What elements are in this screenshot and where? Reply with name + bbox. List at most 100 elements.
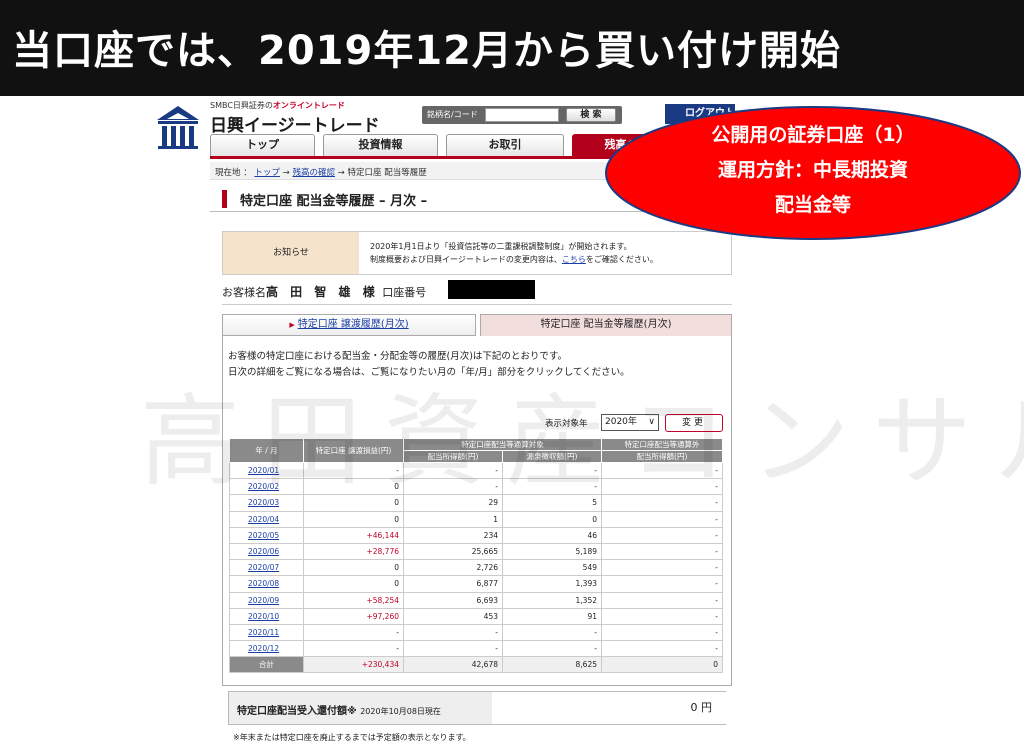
col-dividend-income-out: 配当所得額(円)	[601, 450, 723, 463]
tab-transfer-history[interactable]: ▶ 特定口座 譲渡履歴(月次)	[222, 314, 476, 336]
banner: 当口座では、2019年12月から買い付け開始	[0, 0, 1024, 96]
table-row: 2020/12- - - -	[229, 640, 723, 658]
withholding-cell: 5,189	[502, 542, 602, 561]
search-label: 銘柄名/コード	[427, 110, 478, 119]
notice-details-link[interactable]: こちら	[562, 255, 586, 264]
refund-value: 0 円	[492, 692, 726, 724]
tab-transfer-history-label[interactable]: 特定口座 譲渡履歴(月次)	[298, 319, 409, 330]
year-month-link[interactable]: 2020/02	[248, 482, 279, 491]
year-month-link[interactable]: 2020/07	[248, 563, 279, 572]
year-month-cell: 2020/04	[229, 510, 304, 528]
dividend-out-cell: -	[601, 559, 723, 577]
dividend-out-cell: -	[601, 591, 723, 609]
breadcrumb-arrow: →	[282, 168, 290, 178]
divider	[222, 304, 732, 305]
nav-tab-trading[interactable]: お取引	[446, 134, 564, 156]
withholding-cell: 1,393	[502, 575, 602, 593]
breadcrumb-top-link[interactable]: トップ	[254, 168, 280, 178]
year-month-link[interactable]: 2020/08	[248, 579, 279, 588]
notice-text: 2020年1月1日より「投資信託等の二重課税調整制度」が開始されます。 制度概要…	[370, 240, 658, 266]
table-row: 2020/07 0 2,726 549-	[229, 559, 723, 577]
chevron-down-icon: ∨	[648, 417, 655, 427]
banner-title: 当口座では、2019年12月から買い付け開始	[12, 28, 841, 74]
dividend-out-cell: -	[601, 607, 723, 625]
transfer-gain-cell: -	[303, 623, 404, 642]
year-month-link[interactable]: 2020/06	[248, 547, 279, 556]
breadcrumb-arrow: →	[337, 168, 345, 178]
nav-tab-market-info[interactable]: 投資情報	[323, 134, 438, 156]
notice-line2-post: をご確認ください。	[585, 255, 658, 264]
year-month-link[interactable]: 2020/09	[248, 596, 279, 605]
breadcrumb-balance-link[interactable]: 残高の確認	[292, 168, 335, 178]
transfer-gain-cell: 0	[303, 494, 404, 512]
year-month-cell: 2020/03	[229, 494, 304, 512]
dividend-out-cell: -	[601, 623, 723, 642]
search-input[interactable]	[485, 108, 559, 122]
year-month-cell: 2020/02	[229, 478, 304, 496]
footnote: ※年末または特定口座を廃止するまでは予定額の表示となります。	[233, 733, 471, 742]
table-row: 2020/11- - - -	[229, 623, 723, 642]
refund-label: 特定口座配当受入還付額※ 2020年10月08日現在	[237, 702, 441, 717]
transfer-gain-cell: 0	[303, 559, 404, 577]
history-tabs: ▶ 特定口座 譲渡履歴(月次) 特定口座 配当金等履歴(月次)	[222, 314, 732, 336]
refund-label-text: 特定口座配当受入還付額※	[237, 706, 357, 717]
table-row: 2020/03 0 29 5-	[229, 494, 723, 512]
dividend-income-cell: 29	[403, 494, 503, 512]
year-month-cell: 2020/10	[229, 607, 304, 625]
search-area: 銘柄名/コード 検 索	[422, 106, 622, 124]
year-month-cell: 2020/12	[229, 640, 304, 658]
breadcrumb-current: 特定口座 配当等履歴	[347, 168, 427, 178]
year-month-cell: 2020/01	[229, 461, 304, 480]
withholding-cell: -	[502, 461, 602, 480]
year-month-cell: 2020/09	[229, 591, 304, 609]
dividend-income-cell: 6,877	[403, 575, 503, 593]
year-month-link[interactable]: 2020/03	[248, 498, 279, 507]
logo-name[interactable]: 日興イージートレード	[210, 111, 380, 136]
transfer-gain-cell: +58,254	[303, 591, 404, 609]
customer-prefix: お客様名	[222, 286, 266, 299]
table-row: 2020/10 +97,260 453 91-	[229, 607, 723, 625]
withholding-cell: 549	[502, 559, 602, 577]
year-month-link[interactable]: 2020/04	[248, 515, 279, 524]
description-line1: お客様の特定口座における配当金・分配金等の履歴(月次)は下記のとおりです。	[228, 351, 567, 362]
year-month-link[interactable]: 2020/01	[248, 466, 279, 475]
heading-accent-bar	[222, 190, 227, 208]
table-row: 2020/06 +28,776 25,665 5,189-	[229, 542, 723, 561]
year-month-link[interactable]: 2020/12	[248, 644, 279, 653]
year-month-cell: 2020/11	[229, 623, 304, 642]
total-label: 合計	[229, 656, 304, 674]
year-month-link[interactable]: 2020/05	[248, 531, 279, 540]
callout-text: 公開用の証券口座（1） 運用方針：中長期投資 配当金等	[603, 118, 1023, 223]
col-withholding: 源泉徴収額(円)	[502, 450, 602, 463]
dividend-out-cell: -	[601, 478, 723, 496]
dividend-out-cell: -	[601, 542, 723, 561]
breadcrumb-prefix: 現在地 ：	[215, 168, 252, 178]
dividend-out-cell: -	[601, 494, 723, 512]
transfer-gain-cell: 0	[303, 478, 404, 496]
tab-dividend-history[interactable]: 特定口座 配当金等履歴(月次)	[480, 314, 732, 336]
year-month-link[interactable]: 2020/10	[248, 612, 279, 621]
account-number-label: 口座番号	[382, 286, 427, 299]
col-transfer-gain: 特定口座 譲渡損益(円)	[303, 438, 404, 463]
year-month-link[interactable]: 2020/11	[248, 628, 279, 637]
year-select[interactable]: 2020年 ∨	[601, 414, 659, 431]
dividend-income-cell: 453	[403, 607, 503, 625]
year-filter-label: 表示対象年	[545, 419, 588, 429]
year-month-cell: 2020/06	[229, 542, 304, 561]
transfer-gain-cell: 0	[303, 510, 404, 528]
change-button[interactable]: 変更	[665, 414, 723, 432]
annotation-callout: 公開用の証券口座（1） 運用方針：中長期投資 配当金等	[603, 104, 1023, 242]
withholding-cell: 5	[502, 494, 602, 512]
transfer-gain-cell: +46,144	[303, 526, 404, 544]
transfer-gain-cell: +97,260	[303, 607, 404, 625]
dividend-income-cell: -	[403, 640, 503, 658]
logo-tagline: SMBC日興証券のオンライントレード	[210, 100, 345, 111]
nav-tab-top[interactable]: トップ	[210, 134, 315, 156]
dividend-income-cell: -	[403, 461, 503, 480]
withholding-cell: 46	[502, 526, 602, 544]
customer-info: お客様名高 田 智 雄 様 口座番号	[222, 283, 426, 300]
callout-line1: 公開用の証券口座（1）	[711, 124, 915, 146]
transfer-gain-cell: +28,776	[303, 542, 404, 561]
notice-line2-pre: 制度概要および日興イージートレードの変更内容は、	[370, 255, 562, 264]
dividend-income-cell: 6,693	[403, 591, 503, 609]
